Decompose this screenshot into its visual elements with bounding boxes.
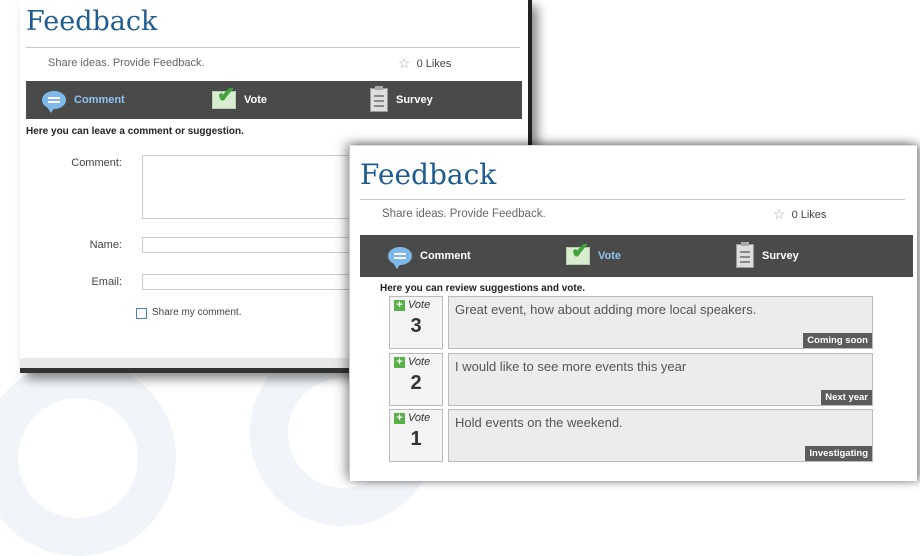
- vote-count: 2: [410, 372, 422, 394]
- plus-icon: +: [394, 413, 405, 424]
- tab-survey[interactable]: Survey: [370, 86, 433, 112]
- title-divider: [26, 47, 520, 48]
- suggestion-row: + Vote 1 Hold events on the weekend. Inv…: [389, 409, 873, 462]
- vote-panel: Feedback Share ideas. Provide Feedback. …: [349, 145, 917, 481]
- tab-comment-label: Comment: [420, 250, 471, 262]
- vote-label: Vote: [408, 299, 431, 311]
- tab-bar: Comment ✔ Vote Survey: [26, 81, 522, 119]
- clipboard-icon: [736, 242, 754, 268]
- vote-count: 3: [410, 315, 422, 337]
- tab-bar: Comment ✔ Vote Survey: [360, 235, 913, 277]
- status-badge: Coming soon: [803, 333, 872, 348]
- status-badge: Investigating: [805, 446, 872, 461]
- tab-survey[interactable]: Survey: [736, 242, 799, 268]
- suggestion-row: + Vote 2 I would like to see more events…: [389, 353, 873, 406]
- title-divider: [360, 199, 905, 200]
- email-label: Email:: [91, 276, 122, 288]
- vote-count: 1: [410, 428, 422, 450]
- subtitle: Share ideas. Provide Feedback.: [382, 208, 546, 220]
- suggestion-box: Hold events on the weekend. Investigatin…: [448, 409, 873, 462]
- tab-vote-label: Vote: [244, 94, 268, 106]
- vote-button[interactable]: + Vote 2: [389, 353, 443, 406]
- name-label: Name:: [89, 239, 122, 251]
- speech-bubble-icon: [42, 91, 66, 113]
- instruction-text: Here you can leave a comment or suggesti…: [26, 126, 244, 137]
- suggestion-text: Hold events on the weekend.: [455, 415, 623, 430]
- likes-count: 0 Likes: [416, 57, 452, 70]
- vote-label: Vote: [408, 412, 431, 424]
- tab-vote-label: Vote: [598, 250, 622, 262]
- likes-count: 0 Likes: [791, 208, 827, 221]
- suggestion-box: Great event, how about adding more local…: [448, 296, 873, 349]
- plus-icon: +: [394, 300, 405, 311]
- vote-button[interactable]: + Vote 3: [389, 296, 443, 349]
- background-watermark: [0, 360, 176, 556]
- speech-bubble-icon: [388, 247, 412, 269]
- page-title: Feedback: [26, 6, 158, 37]
- tab-comment-label: Comment: [74, 94, 125, 106]
- star-icon: ☆: [398, 55, 411, 71]
- vote-label: Vote: [408, 356, 431, 368]
- plus-icon: +: [394, 357, 405, 368]
- tab-survey-label: Survey: [762, 250, 799, 262]
- tab-comment[interactable]: Comment: [42, 91, 125, 113]
- likes-button[interactable]: ☆ 0 Likes: [398, 55, 451, 72]
- checkmark-icon: ✔: [566, 240, 590, 265]
- instruction-text: Here you can review suggestions and vote…: [380, 283, 586, 294]
- status-badge: Next year: [821, 390, 872, 405]
- suggestion-text: Great event, how about adding more local…: [455, 302, 757, 317]
- suggestion-box: I would like to see more events this yea…: [448, 353, 873, 406]
- tab-survey-label: Survey: [396, 94, 433, 106]
- likes-button[interactable]: ☆ 0 Likes: [773, 206, 826, 223]
- suggestion-row: + Vote 3 Great event, how about adding m…: [389, 296, 873, 349]
- checkmark-icon: ✔: [212, 84, 236, 109]
- clipboard-icon: [370, 86, 388, 112]
- page-title: Feedback: [360, 158, 497, 191]
- share-checkbox-label: Share my comment.: [152, 307, 242, 318]
- share-checkbox[interactable]: [136, 308, 147, 319]
- tab-vote[interactable]: ✔ Vote: [566, 240, 622, 265]
- tab-comment[interactable]: Comment: [388, 247, 471, 269]
- subtitle: Share ideas. Provide Feedback.: [48, 57, 205, 69]
- star-icon: ☆: [773, 206, 786, 222]
- suggestion-text: I would like to see more events this yea…: [455, 359, 687, 374]
- comment-label: Comment:: [71, 157, 122, 169]
- vote-button[interactable]: + Vote 1: [389, 409, 443, 462]
- tab-vote[interactable]: ✔ Vote: [212, 84, 268, 109]
